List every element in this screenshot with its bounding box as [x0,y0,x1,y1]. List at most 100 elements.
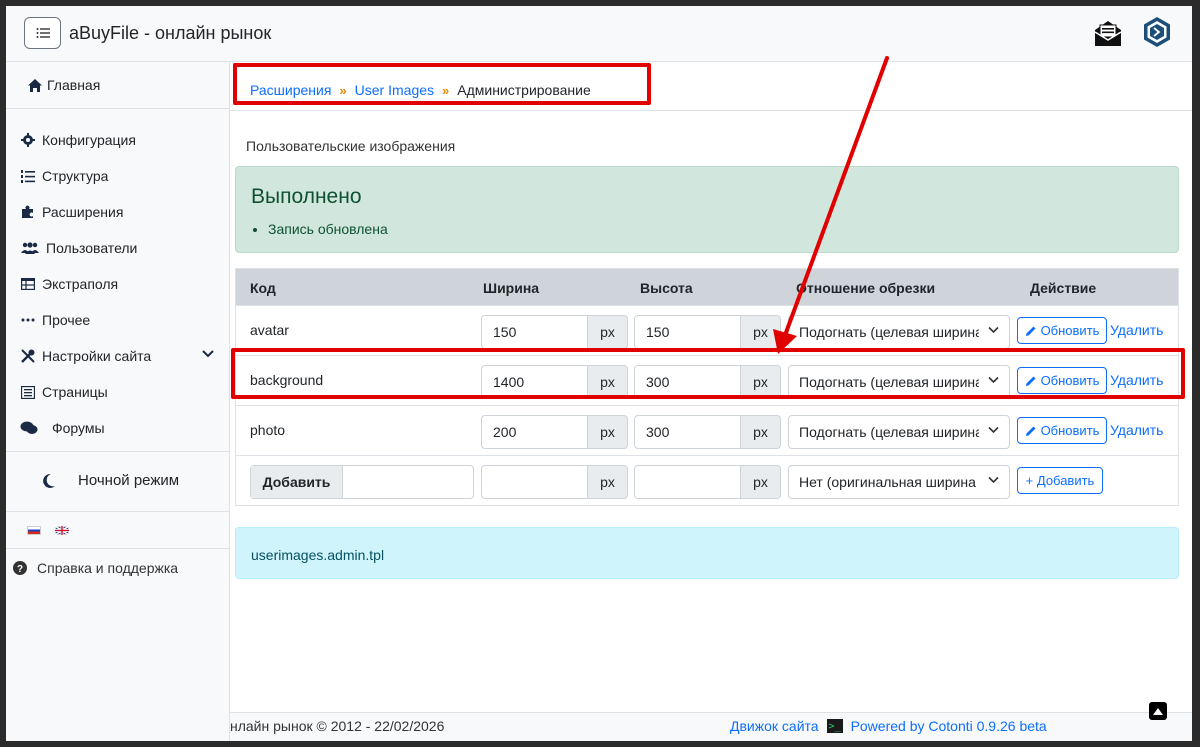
engine-link[interactable]: Движок сайта [730,718,819,734]
height-input-group: px [634,465,781,499]
night-mode-label: Ночной режим [78,472,180,489]
crop-select[interactable]: Подогнать (целевая ширина [788,315,1010,349]
chevron-down-icon [988,476,999,484]
column-header-height: Высота [640,280,693,296]
unit-label: px [741,415,781,449]
column-header-code: Код [250,280,276,296]
language-switcher [27,526,69,535]
sidebar-item-home[interactable]: Главная [6,62,229,109]
sidebar-item-label: Форумы [52,420,105,436]
column-header-width: Ширина [483,280,540,296]
footer-engine: Движок сайта >_ Powered by Cotonti 0.9.2… [730,718,1047,734]
template-info-alert: userimages.admin.tpl [235,527,1179,579]
comments-icon [20,420,38,436]
height-input-group: 300 px [634,415,781,449]
flag-ru-icon[interactable] [27,526,41,535]
sidebar-item-users[interactable]: Пользователи [20,240,137,256]
chevron-down-icon [988,426,999,434]
envelope-open-icon[interactable] [1093,18,1123,48]
chevron-down-icon [988,326,999,334]
column-header-action: Действие [1030,280,1097,296]
sidebar-item-other[interactable]: Прочее [20,312,90,328]
sidebar-item-structure[interactable]: Структура [20,168,108,184]
gear-icon [20,132,36,148]
alert-title: Выполнено [251,185,362,208]
crop-select-value: Нет (оригинальная ширина [799,474,976,490]
scroll-to-top-button[interactable] [1149,702,1167,720]
height-input[interactable]: 300 [634,415,741,449]
sidebar-divider [6,548,229,549]
annotation-breadcrumb-box [233,63,651,105]
sidebar-item-extensions[interactable]: Расширения [20,204,123,220]
sidebar-divider [6,511,229,512]
add-row-label: Добавить [251,466,343,498]
sidebar-item-label: Расширения [42,204,124,220]
sidebar-item-site-settings[interactable]: Настройки сайта [20,348,151,364]
home-icon [28,78,42,92]
sidebar-item-forums[interactable]: Форумы [20,420,105,436]
update-label: Обновить [1040,323,1100,338]
height-input[interactable]: 150 [634,315,741,349]
row-code: photo [250,422,286,438]
sidebar-item-label: Конфигурация [42,132,136,148]
chevron-down-icon[interactable] [202,350,214,358]
delete-link[interactable]: Удалить [1110,422,1163,438]
users-icon [20,240,40,256]
template-name: userimages.admin.tpl [251,547,385,563]
pencil-icon [1025,326,1036,336]
help-label: Справка и поддержка [37,560,179,576]
brand-title[interactable]: aBuyFile - онлайн рынок [69,23,271,44]
night-mode-toggle[interactable]: Ночной режим [42,472,179,489]
sidebar: Главная Конфигурация Структура Расширени… [6,62,230,741]
unit-label: px [741,315,781,349]
update-button[interactable]: Обновить [1017,417,1107,444]
footer: нлайн рынок © 2012 - 22/02/2026 Движок с… [230,712,1192,741]
powered-by-link[interactable]: Powered by Cotonti 0.9.26 beta [851,718,1047,734]
new-crop-select[interactable]: Нет (оригинальная ширина [788,465,1010,499]
puzzle-icon [20,204,36,220]
sidebar-item-pages[interactable]: Страницы [20,384,108,400]
sidebar-item-label: Главная [47,77,101,93]
list-ol-icon [20,168,36,184]
delete-link[interactable]: Удалить [1110,322,1163,338]
new-width-input[interactable] [481,465,588,499]
success-alert: Выполнено Запись обновлена [235,166,1179,253]
sidebar-divider [6,451,229,452]
list-icon [36,28,50,38]
tools-icon [20,348,36,364]
annotation-row-box [231,348,1185,399]
crop-select-value: Подогнать (целевая ширина [799,324,979,340]
sidebar-item-extrafields[interactable]: Экстраполя [20,276,118,292]
ellipsis-icon [20,312,36,328]
help-support-link[interactable]: ? Справка и поддержка [13,560,178,576]
update-button[interactable]: Обновить [1017,317,1107,344]
flag-gb-icon[interactable] [55,526,69,535]
sidebar-item-label: Пользователи [46,240,138,256]
width-input[interactable]: 200 [481,415,588,449]
add-button[interactable]: + Добавить [1017,467,1103,494]
crop-select[interactable]: Подогнать (целевая ширина [788,415,1010,449]
add-row: Добавить px px Нет (оригинальная ширина … [236,455,1178,505]
cotonti-logo-icon[interactable] [1142,16,1172,48]
sidebar-item-label: Прочее [42,312,91,328]
new-code-input[interactable] [343,466,473,498]
sidebar-item-label: Структура [42,168,109,184]
row-code: avatar [250,322,289,338]
sidebar-item-label: Экстраполя [42,276,119,292]
sidebar-item-label: Страницы [42,384,108,400]
sidebar-item-configuration[interactable]: Конфигурация [20,132,136,148]
top-navbar: aBuyFile - онлайн рынок [6,6,1192,62]
alert-message: Запись обновлена [268,221,388,237]
page-title: Пользовательские изображения [246,138,456,154]
moon-icon [43,473,55,488]
table-header: Код Ширина Высота Отношение обрезки Дейс… [236,269,1178,305]
menu-toggle-button[interactable] [24,17,61,49]
table-row: photo 200 px 300 px Подогнать (целевая ш… [236,405,1178,455]
width-input[interactable]: 150 [481,315,588,349]
footer-copyright: нлайн рынок © 2012 - 22/02/2026 [230,718,445,734]
crop-select-value: Подогнать (целевая ширина [799,424,979,440]
new-height-input[interactable] [634,465,741,499]
unit-label: px [588,465,628,499]
sidebar-item-label: Настройки сайта [42,348,152,364]
width-input-group: px [481,465,628,499]
